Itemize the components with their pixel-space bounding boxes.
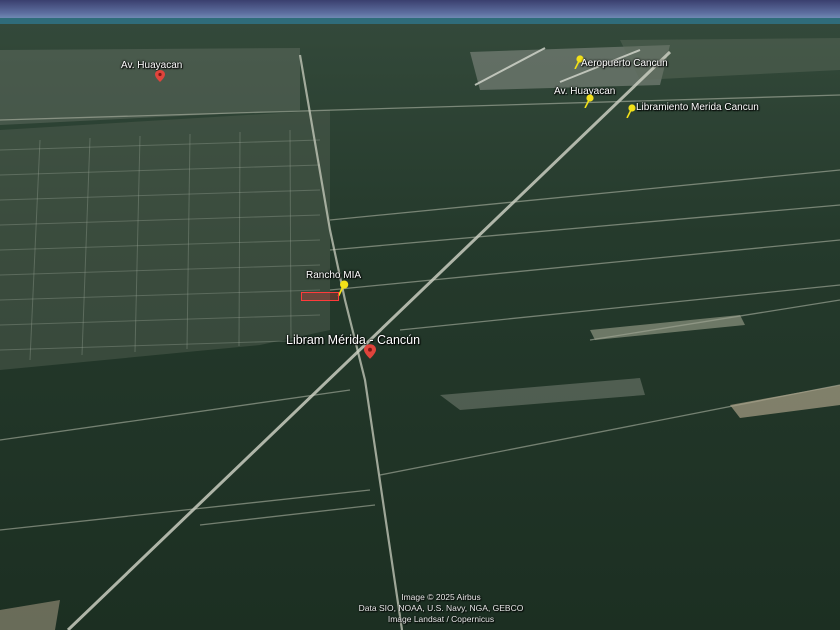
red-balloon-icon[interactable] <box>364 344 376 359</box>
rancho-mia-parcel-outline[interactable] <box>301 292 339 301</box>
attribution-line-1: Image © 2025 Airbus <box>401 592 481 602</box>
satellite-terrain[interactable] <box>0 0 840 630</box>
placemark-label-libramiento: Libramiento Merida Cancun <box>636 102 759 113</box>
attribution-line-3: Image Landsat / Copernicus <box>387 614 495 624</box>
yellow-pushpin-icon[interactable] <box>583 94 595 108</box>
urban-area-west <box>0 110 330 370</box>
red-balloon-icon[interactable] <box>155 70 165 82</box>
map-attribution: Image © 2025 Airbus Data SIO, NOAA, U.S.… <box>335 592 547 625</box>
placemark-label-rancho-mia: Rancho MIA <box>306 270 362 281</box>
placemark-label-libram-merida: Libram Mérida - Cancún <box>286 333 421 347</box>
placemark-label-av-huayacan-west: Av. Huayacan <box>121 60 183 71</box>
attribution-line-2: Data SIO, NOAA, U.S. Navy, NGA, GEBCO <box>358 603 524 613</box>
satellite-map[interactable]: Av. Huayacan Aeropuerto Cancun Av. Huaya… <box>0 0 840 630</box>
placemark-label-aeropuerto-cancun: Aeropuerto Cancun <box>581 58 668 69</box>
